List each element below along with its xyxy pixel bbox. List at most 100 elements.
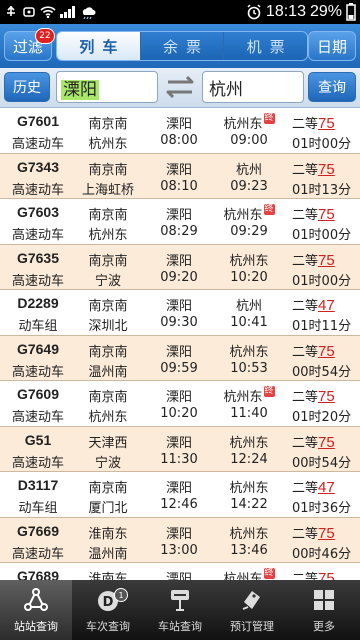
train-row[interactable]: G7601 高速动车 南京南 杭州东 溧阳 08:00 杭州东终 09:00 二等75 01时00… xyxy=(0,108,360,154)
terminus-station: 杭州东 xyxy=(88,137,128,152)
seat-class: 二等 xyxy=(292,299,319,314)
duration: 01时00分 xyxy=(292,228,352,243)
arrive-station-wrap: 杭州东终 xyxy=(214,386,284,405)
alarm-icon xyxy=(247,4,261,20)
train-row[interactable]: D3117 动车组 南京南 厦门北 溧阳 12:46 杭州东 14:22 二等47 01时36分 xyxy=(0,472,360,518)
train-number: G7609 xyxy=(16,386,60,402)
tab-station-to-station[interactable]: 站站查询 xyxy=(0,580,72,640)
arrive-station-wrap: 杭州 xyxy=(214,295,284,314)
seat-info: 二等47 xyxy=(292,295,356,314)
duration: 00时54分 xyxy=(292,364,352,380)
train-row[interactable]: G7669 高速动车 淮南东 温州南 溧阳 13:00 杭州东 13:46 二等75 00时46分 xyxy=(0,517,360,563)
seat-class: 二等 xyxy=(292,390,319,405)
tab-booking-management[interactable]: 预订管理 xyxy=(216,580,288,640)
seat-info: 二等75 xyxy=(292,341,356,360)
depart-station: 溧阳 xyxy=(165,344,192,360)
tab-station[interactable]: 车站查询 xyxy=(144,580,216,640)
train-number: G7601 xyxy=(16,113,60,129)
arrive-time: 10:53 xyxy=(230,360,268,376)
terminal-mark: 终 xyxy=(263,568,275,579)
terminal-mark: 终 xyxy=(263,113,275,124)
terminus-station: 厦门北 xyxy=(88,501,128,516)
arrive-station-wrap: 杭州东 xyxy=(214,523,284,542)
usb-icon xyxy=(7,5,15,16)
arrive-station-wrap: 杭州东终 xyxy=(214,204,284,223)
mode-segment: 列车 余票 机票 xyxy=(56,31,308,61)
status-bar: 18:13 29% xyxy=(0,0,360,24)
depart-time: 10:20 xyxy=(160,406,198,421)
seats-left[interactable]: 75 xyxy=(318,388,335,405)
origin-station: 淮南东 xyxy=(88,572,128,580)
seats-left[interactable]: 75 xyxy=(318,434,335,451)
seats-left[interactable]: 75 xyxy=(318,343,335,360)
arrive-station: 杭州东 xyxy=(223,208,263,223)
train-type: 高速动车 xyxy=(11,228,64,243)
origin-station: 南京南 xyxy=(88,299,128,314)
usb-debug-icon xyxy=(23,7,35,17)
duration: 01时00分 xyxy=(292,273,352,289)
tab-train-number[interactable]: D 1 车次查询 xyxy=(72,580,144,640)
seats-left[interactable]: 75 xyxy=(318,206,335,223)
search-bar: 历史 溧阳 杭州 查询 xyxy=(0,68,360,108)
arrive-station: 杭州东 xyxy=(229,481,269,496)
arrive-station-wrap: 杭州东 xyxy=(214,250,284,269)
history-button[interactable]: 历史 xyxy=(4,72,50,102)
tab-air-tickets[interactable]: 机票 xyxy=(223,32,307,60)
query-button[interactable]: 查询 xyxy=(308,72,356,102)
terminal-mark: 终 xyxy=(263,386,275,397)
svg-text:D: D xyxy=(103,595,114,610)
tab-remaining-tickets[interactable]: 余票 xyxy=(139,32,224,60)
seats-left[interactable]: 47 xyxy=(318,479,335,496)
origin-station: 南京南 xyxy=(88,344,128,360)
duration: 01时13分 xyxy=(292,182,352,198)
seat-info: 二等75 xyxy=(292,113,356,132)
battery-percent: 29% xyxy=(309,3,342,20)
train-type: 高速动车 xyxy=(11,410,64,425)
arrive-time: 09:29 xyxy=(230,224,268,239)
duration: 00时46分 xyxy=(292,546,352,562)
seat-class: 二等 xyxy=(292,162,319,178)
seats-left[interactable]: 75 xyxy=(318,570,335,580)
filter-button[interactable]: 过滤 22 xyxy=(4,28,55,61)
weather-icon xyxy=(82,7,96,19)
origin-station: 南京南 xyxy=(88,162,128,178)
depart-station: 溧阳 xyxy=(165,117,192,132)
train-row[interactable]: G7343 高速动车 南京南 上海虹桥 溧阳 08:10 杭州 09:23 二等75 01时13分 xyxy=(0,153,360,199)
arrive-station: 杭州东 xyxy=(223,390,263,405)
train-type: 高速动车 xyxy=(11,546,64,562)
from-station-input[interactable]: 溧阳 xyxy=(56,71,158,103)
seats-left[interactable]: 75 xyxy=(318,252,335,269)
train-row[interactable]: G7649 高速动车 南京南 温州南 溧阳 09:59 杭州东 10:53 二等75 00时54分 xyxy=(0,335,360,381)
train-type: 动车组 xyxy=(18,319,58,334)
train-row[interactable]: G7609 高速动车 南京南 杭州东 溧阳 10:20 杭州东终 11:40 二等75 01时20… xyxy=(0,381,360,427)
date-button[interactable]: 日期 xyxy=(308,31,356,61)
train-row[interactable]: G51 高速动车 天津西 宁波 溧阳 11:30 杭州东 12:24 二等75 00时54分 xyxy=(0,426,360,472)
seat-class: 二等 xyxy=(292,435,319,451)
seats-left[interactable]: 75 xyxy=(318,115,335,132)
arrive-station-wrap: 杭州东终 xyxy=(214,568,284,580)
seats-left[interactable]: 47 xyxy=(318,297,335,314)
to-station-input[interactable]: 杭州 xyxy=(202,71,304,103)
from-station-value: 溧阳 xyxy=(61,80,99,100)
seats-left[interactable]: 75 xyxy=(318,525,335,542)
grid-icon xyxy=(314,590,334,610)
station-icon xyxy=(171,590,189,611)
train-row[interactable]: D2289 动车组 南京南 深圳北 溧阳 09:30 杭州 10:41 二等47 01时11分 xyxy=(0,290,360,336)
tab-more[interactable]: 更多 xyxy=(288,580,360,640)
train-number: D3117 xyxy=(17,477,59,493)
train-row[interactable]: G7603 高速动车 南京南 杭州东 溧阳 08:29 杭州东终 09:29 二等75 01时00… xyxy=(0,199,360,245)
train-list: G7601 高速动车 南京南 杭州东 溧阳 08:00 杭州东终 09:00 二等75 01时00… xyxy=(0,108,360,580)
train-row[interactable]: G7689 淮南东 溧阳 杭州东终二等75 xyxy=(0,563,360,580)
terminus-station: 温州南 xyxy=(88,364,128,380)
seats-left[interactable]: 75 xyxy=(318,161,335,178)
arrive-time: 09:00 xyxy=(230,133,268,148)
depart-station: 溧阳 xyxy=(165,253,192,269)
tab-label: 预订管理 xyxy=(230,620,274,633)
train-number: G7669 xyxy=(16,522,60,539)
tab-trains[interactable]: 列车 xyxy=(57,32,140,60)
train-row[interactable]: G7635 高速动车 南京南 宁波 溧阳 09:20 杭州东 10:20 二等75 01时00分 xyxy=(0,244,360,290)
depart-time: 09:59 xyxy=(160,360,198,376)
train-number: G7343 xyxy=(16,158,60,175)
swap-stations-icon[interactable] xyxy=(162,75,198,99)
train-number: D2289 xyxy=(17,295,59,311)
